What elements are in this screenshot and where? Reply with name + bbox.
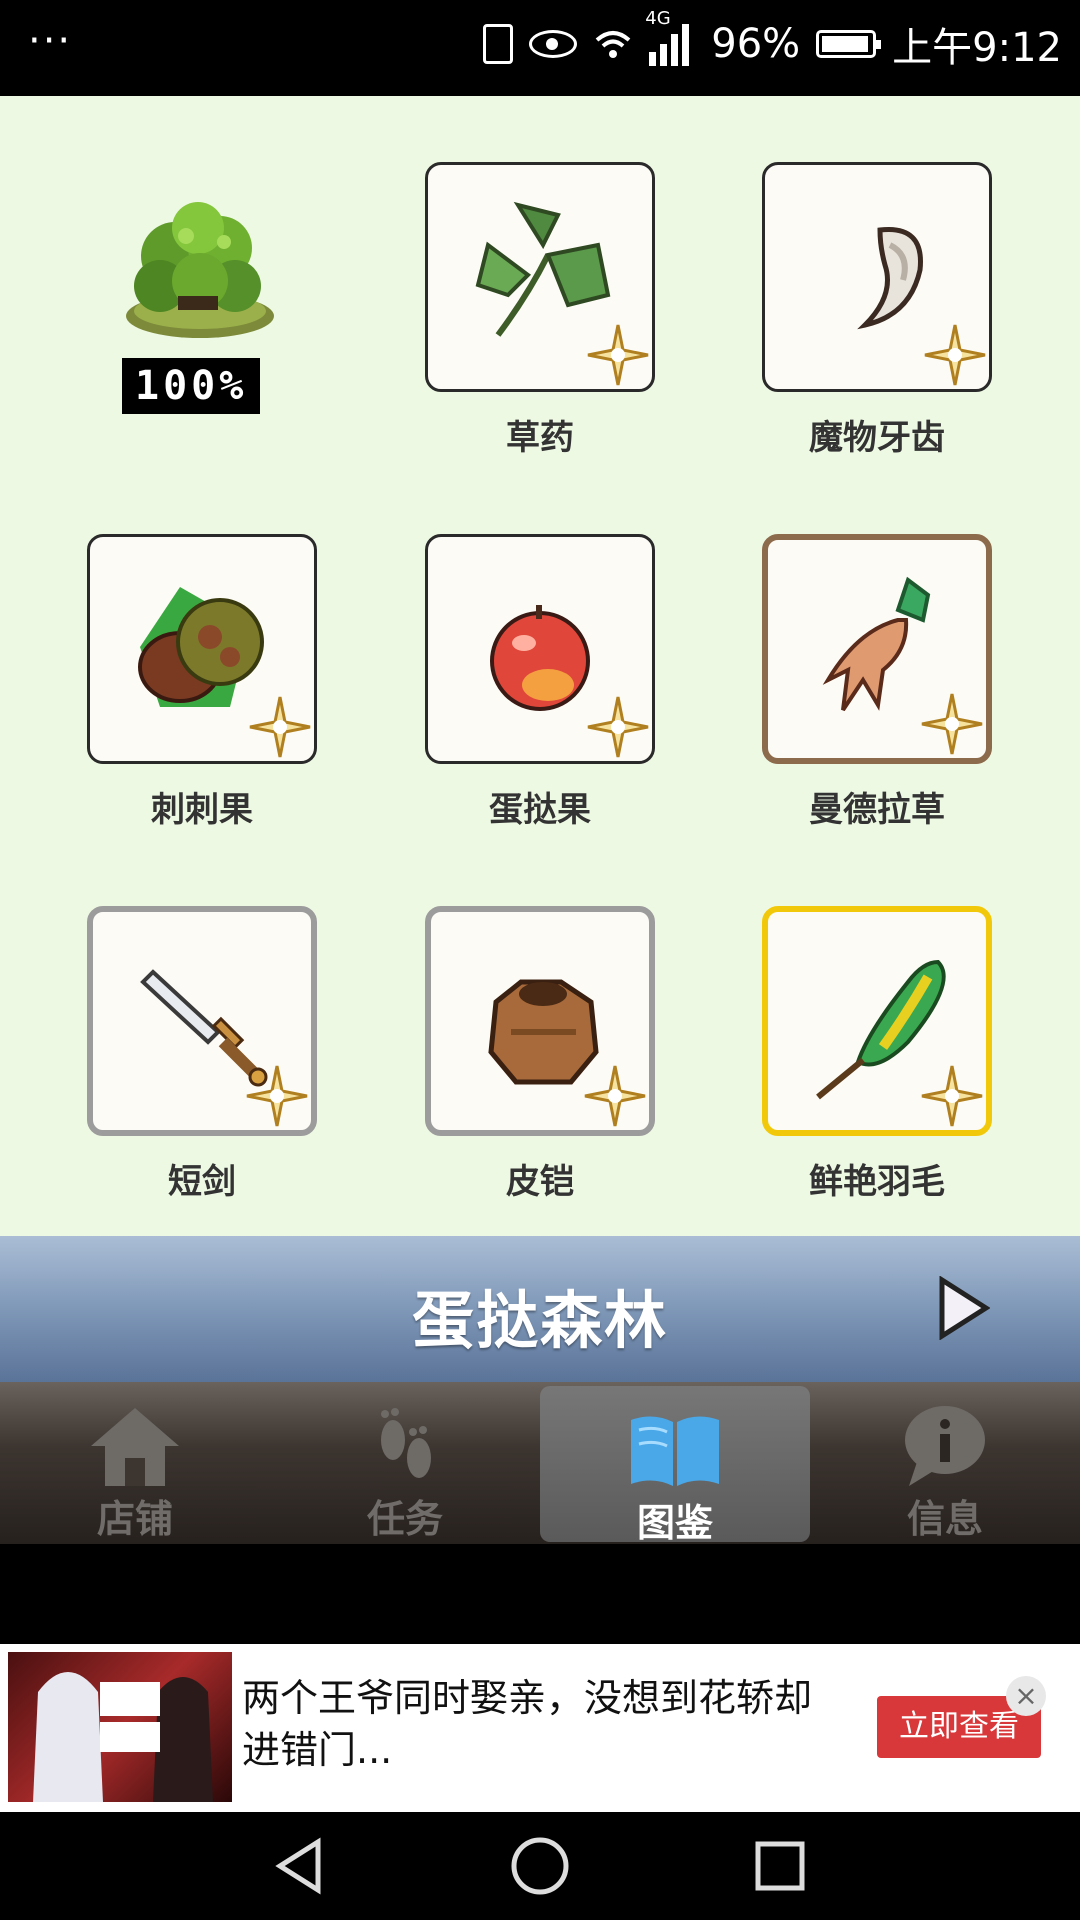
bottom-tab-bar: 店铺 任务 图鉴 信息 — [0, 1382, 1080, 1545]
item-card[interactable] — [425, 906, 655, 1136]
item-cell-bright-feather[interactable]: 鲜艳羽毛 — [759, 906, 995, 1203]
item-name: 草药 — [506, 418, 574, 458]
collection-screen: 100% 草药 魔物牙齿 刺刺果 蛋挞果 曼德拉草 短剑 皮铠 鲜艳羽毛 — [0, 96, 1080, 1236]
completion-percent: 100% — [122, 358, 261, 414]
item-cell-short-sword[interactable]: 短剑 — [84, 906, 320, 1203]
system-navigation-bar — [0, 1812, 1080, 1920]
back-icon[interactable] — [270, 1836, 330, 1896]
recents-icon[interactable] — [750, 1836, 810, 1896]
ad-illustration-icon — [33, 1672, 213, 1802]
tab-info[interactable]: 信息 — [810, 1382, 1080, 1544]
item-card[interactable] — [762, 534, 992, 764]
network-type: 4G — [645, 8, 671, 29]
sparkle-icon — [246, 1065, 308, 1127]
tab-label: 信息 — [906, 1497, 983, 1541]
status-icons: 4G 96% 上午9:12 — [483, 8, 1062, 74]
spacer — [0, 1544, 1080, 1644]
battery-percent: 96% — [711, 21, 801, 67]
item-name: 鲜艳羽毛 — [809, 1162, 945, 1202]
item-cell-leather-armor[interactable]: 皮铠 — [422, 906, 658, 1203]
item-name: 刺刺果 — [151, 790, 253, 830]
item-card[interactable] — [87, 534, 317, 764]
item-cell-spiky-fruit[interactable]: 刺刺果 — [84, 534, 320, 831]
sparkle-icon — [924, 324, 986, 386]
info-bubble-icon — [905, 1406, 985, 1486]
area-completion: 100% — [120, 196, 290, 414]
item-card[interactable] — [425, 534, 655, 764]
home-icon[interactable] — [510, 1836, 570, 1896]
next-area-arrow-icon[interactable] — [936, 1276, 990, 1340]
area-banner: 蛋挞森林 — [0, 1236, 1080, 1382]
tab-label: 图鉴 — [636, 1501, 713, 1545]
tab-shop[interactable]: 店铺 — [0, 1382, 270, 1544]
item-card[interactable] — [87, 906, 317, 1136]
ad-image[interactable] — [8, 1652, 232, 1802]
item-name: 蛋挞果 — [489, 790, 591, 830]
sparkle-icon — [587, 696, 649, 758]
sparkle-icon — [587, 324, 649, 386]
sparkle-icon — [921, 1065, 983, 1127]
battery-icon — [816, 30, 882, 58]
area-title: 蛋挞森林 — [411, 1284, 668, 1357]
ad-banner[interactable]: 两个王爷同时娶亲，没想到花轿却进错门... 立即查看 × — [0, 1644, 1080, 1812]
house-icon — [91, 1408, 179, 1486]
tab-label: 任务 — [366, 1497, 443, 1541]
vibrate-icon — [483, 24, 514, 64]
ad-headline[interactable]: 两个王爷同时娶亲，没想到花轿却进错门... — [242, 1672, 822, 1776]
item-cell-herb[interactable]: 草药 — [422, 162, 658, 459]
wifi-icon — [595, 31, 631, 58]
item-cell-mandrake[interactable]: 曼德拉草 — [759, 534, 995, 831]
status-bar: ··· 4G 96% 上午9:12 — [0, 0, 1080, 96]
item-name: 曼德拉草 — [809, 790, 945, 830]
forest-bush-icon — [126, 202, 274, 338]
sparkle-icon — [921, 693, 983, 755]
item-name: 短剑 — [168, 1162, 236, 1202]
cell-signal-icon: 4G — [645, 8, 695, 66]
item-card[interactable] — [762, 906, 992, 1136]
footprints-icon — [381, 1408, 431, 1478]
close-icon[interactable]: × — [1006, 1676, 1046, 1716]
tab-label: 店铺 — [96, 1497, 173, 1541]
sparkle-icon — [249, 696, 311, 758]
tab-encyclopedia[interactable]: 图鉴 — [540, 1386, 810, 1545]
item-card[interactable] — [425, 162, 655, 392]
tab-quests[interactable]: 任务 — [270, 1382, 540, 1544]
sparkle-icon — [584, 1065, 646, 1127]
eye-comfort-icon — [529, 30, 578, 58]
open-book-icon — [631, 1416, 719, 1486]
more-notifications-icon: ··· — [28, 18, 73, 64]
item-cell-monster-fang[interactable]: 魔物牙齿 — [759, 162, 995, 459]
item-name: 皮铠 — [506, 1162, 574, 1202]
clock: 上午9:12 — [892, 25, 1062, 71]
item-card[interactable] — [762, 162, 992, 392]
item-cell-red-fruit[interactable]: 蛋挞果 — [422, 534, 658, 831]
item-name: 魔物牙齿 — [809, 418, 945, 458]
